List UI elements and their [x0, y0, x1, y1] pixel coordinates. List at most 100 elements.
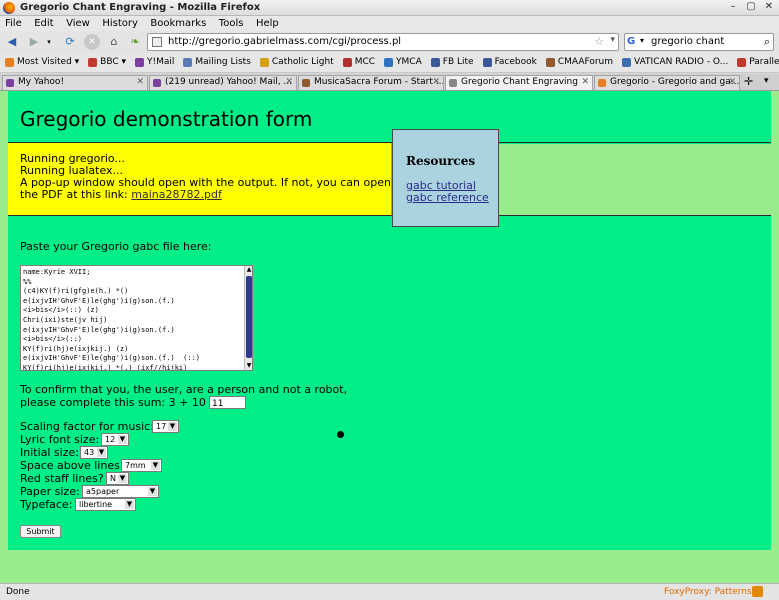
extension-icon[interactable]: [752, 586, 763, 597]
bookmark-item[interactable]: Y!Mail: [130, 53, 178, 67]
reload-icon[interactable]: ⟳: [62, 34, 78, 50]
search-query[interactable]: gregorio chant: [651, 36, 724, 47]
leaf-addon-icon[interactable]: ❧: [127, 34, 143, 50]
gabc-text[interactable]: name:Kyrie XVII; %% (c4)KY(f)ri(gfg)e(h.…: [21, 266, 252, 370]
bookmark-item[interactable]: BBC ▾: [83, 53, 130, 67]
url-text[interactable]: http://gregorio.gabrielmass.com/cgi/proc…: [168, 36, 401, 47]
scaling-label: Scaling factor for music:: [20, 420, 154, 433]
forward-arrow-icon[interactable]: ▶: [26, 34, 42, 50]
menu-edit[interactable]: Edit: [29, 17, 57, 29]
bookmark-label: Most Visited ▾: [17, 57, 80, 67]
menu-view[interactable]: View: [61, 17, 94, 29]
bookmark-item[interactable]: Catholic Light: [255, 53, 338, 67]
initial-size-select[interactable]: 43 ▼: [80, 446, 108, 459]
captcha-input[interactable]: 11: [209, 396, 246, 409]
home-icon[interactable]: ⌂: [106, 34, 122, 50]
navigation-toolbar: ◀ ▶ ▾ ⟳ ✕ ⌂ ❧ http://gregorio.gabrielmas…: [0, 31, 779, 53]
menu-tools[interactable]: Tools: [214, 17, 248, 29]
paper-size-select[interactable]: a5paper ▼: [82, 485, 159, 498]
tab-favicon-icon: [449, 79, 457, 87]
pdf-link[interactable]: maina28782.pdf: [131, 188, 222, 201]
tab-gregorio-chant-engraving[interactable]: Gregorio Chant Engraving ✕: [445, 75, 593, 90]
tab-list-icon[interactable]: ▾: [764, 76, 769, 86]
tab-close-icon[interactable]: ✕: [136, 77, 144, 87]
bookmark-label: CMAAForum: [557, 57, 614, 67]
scaling-select[interactable]: 17 ▼: [152, 420, 179, 433]
foxyproxy-status[interactable]: FoxyProxy: Patterns: [664, 587, 752, 597]
tab-label: (219 unread) Yahoo! Mail, ...: [165, 77, 293, 87]
status-band: [498, 144, 771, 215]
maximize-icon[interactable]: ▢: [745, 1, 757, 13]
tab-label: My Yahoo!: [18, 77, 65, 87]
window-titlebar: Gregorio Chant Engraving - Mozilla Firef…: [0, 0, 779, 16]
bookmark-item[interactable]: Most Visited ▾: [0, 53, 83, 67]
history-dropdown-icon[interactable]: ▾: [41, 34, 57, 50]
bookmark-item[interactable]: MCC: [338, 53, 379, 67]
bookmark-item[interactable]: VATICAN RADIO - O...: [617, 53, 732, 67]
bookmark-item[interactable]: CMAAForum: [541, 53, 617, 67]
new-tab-icon[interactable]: ✛: [744, 75, 753, 88]
lyric-font-size-label: Lyric font size:: [20, 433, 100, 446]
bookmark-favicon-icon: [430, 57, 440, 67]
bookmark-item[interactable]: Mailing Lists: [178, 53, 254, 67]
dropdown-arrow-icon: ▼: [151, 461, 160, 470]
bookmark-item[interactable]: Parallels Power Pa...: [732, 53, 779, 67]
initial-size-label: Initial size:: [20, 446, 79, 459]
bookmark-item[interactable]: YMCA: [379, 53, 426, 67]
tab-yahoo-mail[interactable]: (219 unread) Yahoo! Mail, ... ✕: [149, 75, 297, 90]
page-title: Gregorio demonstration form: [20, 107, 313, 131]
tab-favicon-icon: [153, 79, 161, 87]
bookmark-item[interactable]: Facebook: [478, 53, 541, 67]
menu-help[interactable]: Help: [251, 17, 283, 29]
bookmark-label: Y!Mail: [147, 57, 175, 67]
scroll-up-icon[interactable]: ▲: [245, 266, 252, 274]
bookmark-favicon-icon: [183, 57, 193, 67]
bookmark-label: YMCA: [396, 57, 422, 67]
tab-close-icon[interactable]: ✕: [728, 77, 736, 87]
menu-bookmarks[interactable]: Bookmarks: [145, 17, 210, 29]
search-engine-dropdown-icon[interactable]: ▾: [640, 36, 644, 45]
scrollbar-thumb[interactable]: [246, 276, 252, 358]
tab-my-yahoo[interactable]: My Yahoo! ✕: [2, 75, 148, 90]
url-dropdown-icon[interactable]: ▾: [610, 35, 615, 45]
url-bar[interactable]: http://gregorio.gabrielmass.com/cgi/proc…: [147, 33, 619, 51]
bookmark-label: FB Lite: [442, 57, 474, 67]
red-staff-lines-select[interactable]: N ▼: [106, 472, 129, 485]
tab-close-icon[interactable]: ✕: [581, 77, 589, 87]
captcha-label: To confirm that you, the user, are a per…: [20, 383, 348, 396]
textarea-scrollbar[interactable]: ▲ ▼: [244, 266, 252, 370]
bookmark-favicon-icon: [622, 57, 632, 67]
tab-close-icon[interactable]: ✕: [285, 77, 293, 87]
bookmark-item[interactable]: FB Lite: [426, 53, 478, 67]
minimize-icon[interactable]: –: [727, 1, 739, 13]
gabc-textarea[interactable]: name:Kyrie XVII; %% (c4)KY(f)ri(gfg)e(h.…: [20, 265, 253, 371]
dropdown-arrow-icon: ▼: [118, 474, 127, 483]
red-staff-lines-label: Red staff lines?: [20, 472, 104, 485]
page-viewport: Gregorio demonstration form Running greg…: [0, 91, 779, 583]
tab-label: Gregorio - Gregorio and ga...: [610, 77, 740, 87]
typeface-select[interactable]: libertine ▼: [75, 498, 136, 511]
mouse-cursor-dot: [337, 431, 344, 438]
google-engine-icon[interactable]: G: [627, 36, 639, 48]
lyric-font-size-select[interactable]: 12 ▼: [101, 433, 129, 446]
bookmark-favicon-icon: [135, 57, 145, 67]
tab-close-icon[interactable]: ✕: [432, 77, 440, 87]
tab-gregorio-gabc[interactable]: Gregorio - Gregorio and ga... ✕: [594, 75, 740, 90]
space-above-lines-select[interactable]: 7mm ▼: [121, 459, 162, 472]
menu-file[interactable]: File: [0, 17, 26, 29]
search-bar[interactable]: G ▾ gregorio chant ⌕: [624, 33, 774, 51]
gabc-reference-link[interactable]: gabc reference: [406, 192, 498, 204]
submit-button[interactable]: Submit: [20, 525, 61, 538]
menu-history[interactable]: History: [97, 17, 142, 29]
dropdown-arrow-icon: ▼: [148, 487, 157, 496]
tab-musicasacra[interactable]: MusicaSacra Forum - Start ... ✕: [298, 75, 444, 90]
scroll-down-icon[interactable]: ▼: [245, 362, 252, 370]
back-arrow-icon[interactable]: ◀: [4, 34, 20, 50]
tab-favicon-icon: [6, 79, 14, 87]
search-icon[interactable]: ⌕: [764, 35, 770, 49]
captcha-sum-label: please complete this sum: 3 + 10 =: [20, 396, 219, 409]
status-line: A pop-up window should open with the out…: [20, 176, 391, 201]
stop-icon[interactable]: ✕: [84, 34, 100, 50]
bookmark-star-icon[interactable]: ☆: [594, 35, 604, 48]
close-icon[interactable]: ✕: [763, 1, 775, 13]
